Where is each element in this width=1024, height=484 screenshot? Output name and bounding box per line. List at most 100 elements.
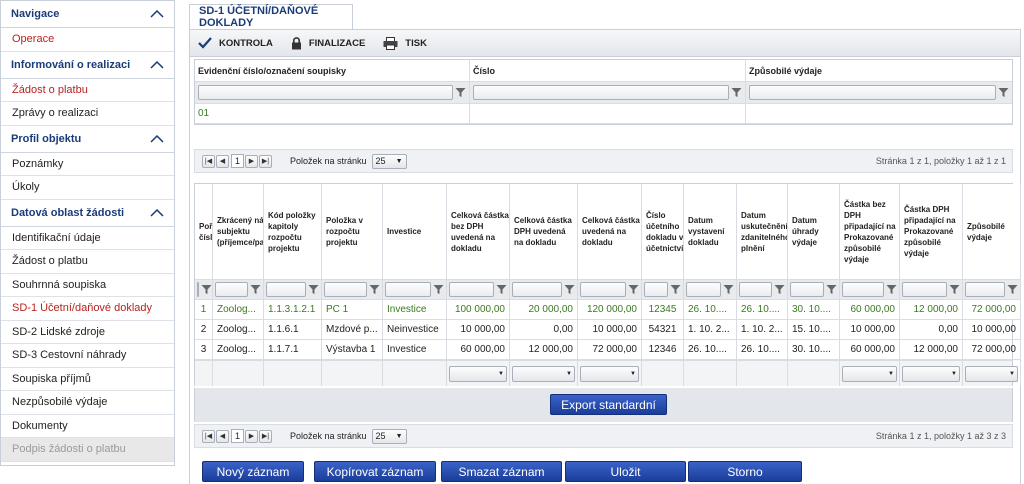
sidebar-item-operace[interactable]: Operace <box>1 28 174 52</box>
table-row[interactable]: 2 Zoolog... 1.1.6.1 Mzdové p... Neinvestice 1… <box>195 320 1021 340</box>
filter-icon[interactable] <box>308 284 319 295</box>
nav-section-datova-oblast[interactable]: Datová oblast žádosti <box>1 199 174 227</box>
filter-input[interactable] <box>324 282 367 297</box>
nav-section-navigace[interactable]: Navigace <box>1 1 174 28</box>
filter-input[interactable] <box>644 282 668 297</box>
column-header[interactable]: Kód položky kapitoly rozpočtu projektu <box>264 184 322 280</box>
sidebar-item-sd2[interactable]: SD-2 Lidské zdroje <box>1 320 174 344</box>
per-page-select[interactable]: 25 ▼ <box>371 153 407 169</box>
cancel-button[interactable]: Storno <box>688 461 802 482</box>
filter-input[interactable] <box>902 282 947 297</box>
column-header[interactable]: Číslo <box>470 60 746 81</box>
sidebar-item-zadost-o-platbu[interactable]: Žádost o platbu <box>1 78 174 102</box>
tisk-button[interactable]: TISK <box>383 36 427 50</box>
column-header[interactable]: Investice <box>383 184 447 280</box>
sidebar-item-sd1[interactable]: SD-1 Účetní/daňové doklady <box>1 297 174 321</box>
column-header[interactable]: Částka bez DPH připadající na Prokazovan… <box>840 184 900 280</box>
column-header[interactable]: Číslo účetního dokladu v účetnictví <box>642 184 684 280</box>
last-page-button[interactable]: ▶| <box>259 154 272 168</box>
aggregate-select[interactable]: ▼ <box>449 366 507 382</box>
filter-icon[interactable] <box>826 284 837 295</box>
column-header[interactable]: Celková částka DPH uvedená na dokladu <box>510 184 578 280</box>
filter-input[interactable] <box>739 282 772 297</box>
last-page-button[interactable]: ▶| <box>259 429 272 443</box>
sidebar-item-ukoly[interactable]: Úkoly <box>1 176 174 200</box>
filter-icon[interactable] <box>670 284 681 295</box>
delete-record-button[interactable]: Smazat záznam <box>441 461 562 482</box>
column-header[interactable]: Položka v rozpočtu projektu <box>322 184 383 280</box>
filter-icon[interactable] <box>998 87 1009 98</box>
copy-record-button[interactable]: Kopírovat záznam <box>314 461 436 482</box>
filter-input[interactable] <box>965 282 1005 297</box>
prev-page-button[interactable]: ◀ <box>216 429 229 443</box>
filter-icon[interactable] <box>723 284 734 295</box>
filter-input[interactable] <box>197 282 199 297</box>
first-page-button[interactable]: |◀ <box>202 154 215 168</box>
filter-input[interactable] <box>842 282 884 297</box>
filter-icon[interactable] <box>496 284 507 295</box>
filter-icon[interactable] <box>564 284 575 295</box>
page-number[interactable]: 1 <box>231 429 244 443</box>
table-row[interactable]: 3 Zoolog... 1.1.7.1 Výstavba 1 Investice 60 0… <box>195 340 1021 360</box>
next-page-button[interactable]: ▶ <box>245 154 258 168</box>
aggregate-select[interactable]: ▼ <box>580 366 639 382</box>
filter-icon[interactable] <box>455 87 466 98</box>
per-page-select[interactable]: 25 ▼ <box>371 428 407 444</box>
filter-input[interactable] <box>686 282 721 297</box>
next-page-button[interactable]: ▶ <box>245 429 258 443</box>
column-header[interactable]: Datum úhrady výdaje <box>788 184 840 280</box>
aggregate-select[interactable]: ▼ <box>902 366 960 382</box>
sidebar-item-dokumenty[interactable]: Dokumenty <box>1 414 174 438</box>
nav-section-profil-objektu[interactable]: Profil objektu <box>1 125 174 153</box>
column-header[interactable]: Způsobilé výdaje <box>746 60 1012 81</box>
aggregate-select[interactable]: ▼ <box>512 366 575 382</box>
kontrola-button[interactable]: KONTROLA <box>198 37 273 49</box>
sidebar-item-souhrnna-soupiska[interactable]: Souhrnná soupiska <box>1 273 174 297</box>
aggregate-select[interactable]: ▼ <box>965 366 1018 382</box>
filter-icon[interactable] <box>949 284 960 295</box>
page-number[interactable]: 1 <box>231 154 244 168</box>
sidebar-item-identifikacni-udaje[interactable]: Identifikační údaje <box>1 226 174 250</box>
column-header[interactable]: Pořadí číslo <box>195 184 213 280</box>
first-page-button[interactable]: |◀ <box>202 429 215 443</box>
filter-input[interactable] <box>385 282 431 297</box>
sidebar-item-zadost-o-platbu-2[interactable]: Žádost o platbu <box>1 250 174 274</box>
aggregate-select[interactable]: ▼ <box>842 366 897 382</box>
sidebar-item-poznamky[interactable]: Poznámky <box>1 152 174 176</box>
table-row[interactable]: 1 Zoolog... 1.1.3.1.2.1 PC 1 Investice 100 00… <box>195 300 1021 320</box>
prev-page-button[interactable]: ◀ <box>216 154 229 168</box>
tab-sd1[interactable]: SD-1 ÚČETNÍ/DAŇOVÉ DOKLADY <box>189 4 353 29</box>
column-header[interactable]: Datum uskutečnění zdanitelného plnění <box>737 184 788 280</box>
filter-icon[interactable] <box>886 284 897 295</box>
sidebar-item-nezpusobile-vydaje[interactable]: Nezpůsobilé výdaje <box>1 391 174 415</box>
chevron-up-icon[interactable] <box>150 10 164 18</box>
chevron-up-icon[interactable] <box>150 60 164 69</box>
filter-input[interactable] <box>512 282 562 297</box>
save-button[interactable]: Uložit <box>565 461 686 482</box>
nav-section-informovani[interactable]: Informování o realizaci <box>1 51 174 79</box>
chevron-up-icon[interactable] <box>150 134 164 143</box>
filter-input[interactable] <box>266 282 306 297</box>
filter-input[interactable] <box>749 85 996 100</box>
filter-input[interactable] <box>473 85 729 100</box>
filter-input[interactable] <box>198 85 453 100</box>
filter-input[interactable] <box>215 282 248 297</box>
sidebar-item-soupiska-prijmu[interactable]: Soupiska příjmů <box>1 367 174 391</box>
column-header[interactable]: Celková částka bez DPH uvedená na doklad… <box>447 184 510 280</box>
filter-input[interactable] <box>790 282 824 297</box>
filter-icon[interactable] <box>433 284 444 295</box>
filter-icon[interactable] <box>1007 284 1018 295</box>
column-header[interactable]: Celková částka uvedená na dokladu <box>578 184 642 280</box>
filter-input[interactable] <box>580 282 626 297</box>
column-header[interactable]: Zkrácený název subjektu (příjemce/partne… <box>213 184 264 280</box>
column-header[interactable]: Datum vystavení dokladu <box>684 184 737 280</box>
column-header[interactable]: Evidenční číslo/označení soupisky <box>195 60 470 81</box>
filter-input[interactable] <box>449 282 494 297</box>
finalizace-button[interactable]: FINALIZACE <box>291 36 365 50</box>
sidebar-item-sd3[interactable]: SD-3 Cestovní náhrady <box>1 344 174 368</box>
filter-icon[interactable] <box>628 284 639 295</box>
filter-icon[interactable] <box>731 87 742 98</box>
filter-icon[interactable] <box>250 284 261 295</box>
column-header[interactable]: Částka DPH připadající na Prokazované zp… <box>900 184 963 280</box>
new-record-button[interactable]: Nový záznam <box>202 461 304 482</box>
